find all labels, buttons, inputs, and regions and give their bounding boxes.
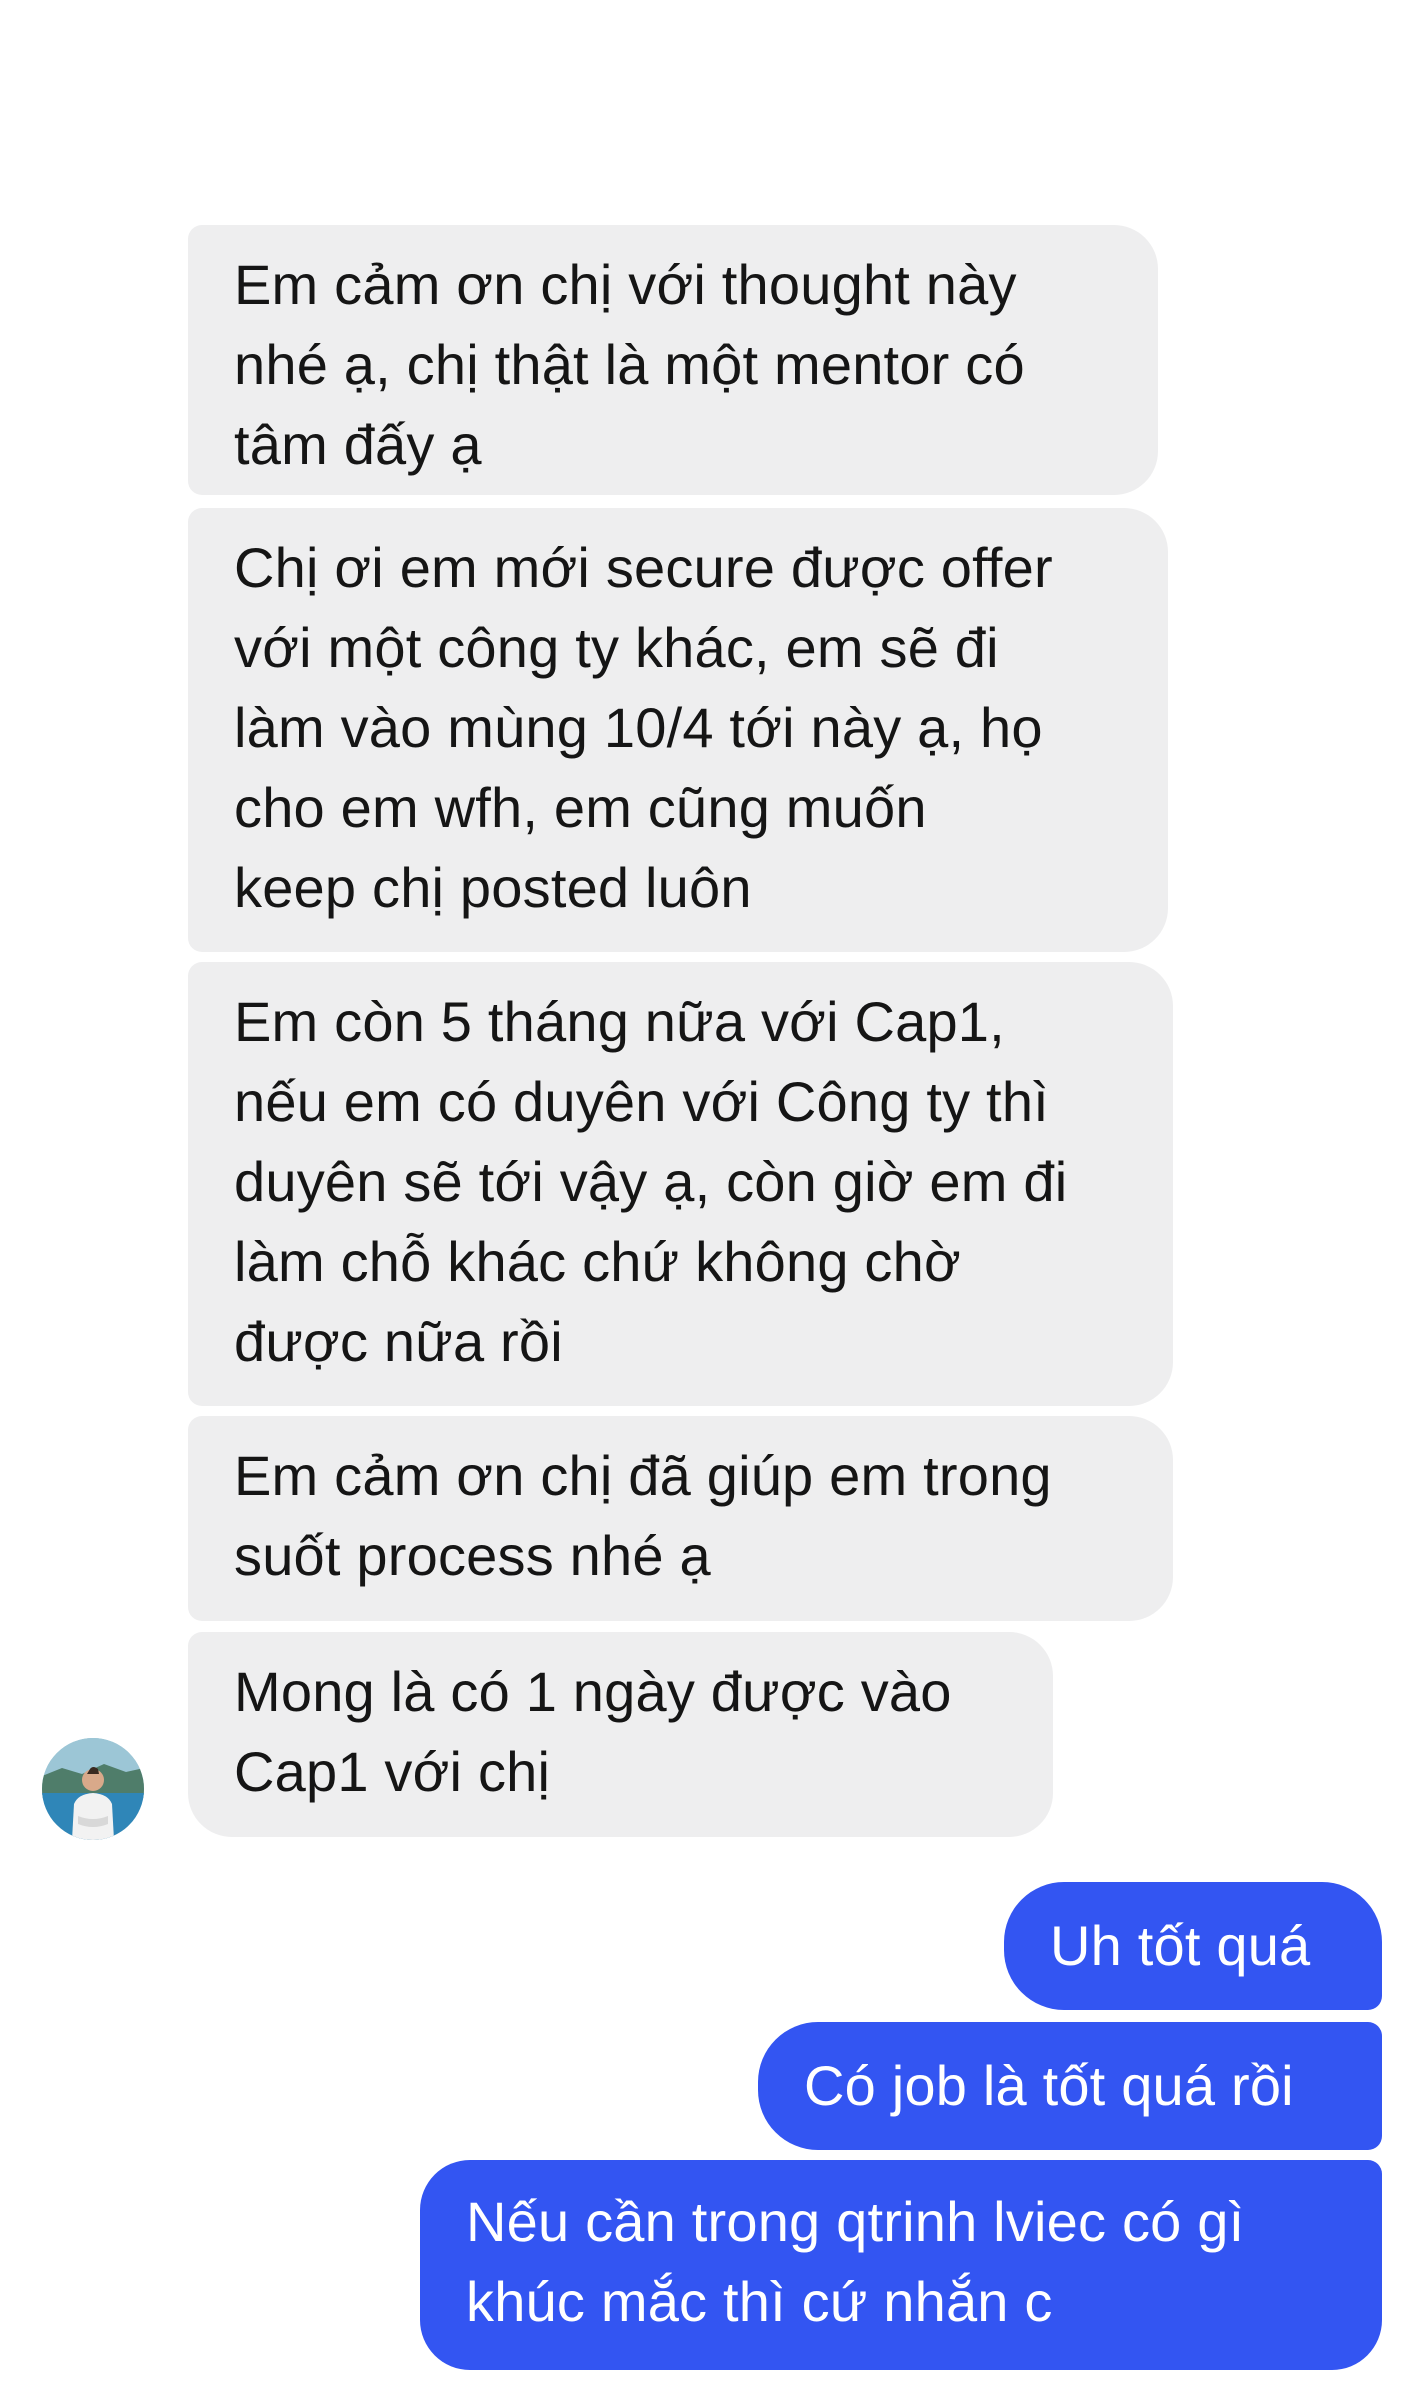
incoming-message-bubble[interactable]: Em cảm ơn chị đã giúp em trong suốt proc… (188, 1416, 1173, 1621)
outgoing-message-bubble[interactable]: Uh tốt quá (1004, 1882, 1382, 2010)
outgoing-message-bubble[interactable]: Nếu cần trong qtrinh lviec có gì khúc mắ… (420, 2160, 1382, 2370)
sender-avatar[interactable] (42, 1738, 144, 1840)
incoming-message-bubble[interactable]: Chị ơi em mới secure được offer với một … (188, 508, 1168, 952)
incoming-message-bubble[interactable]: Em còn 5 tháng nữa với Cap1, nếu em có d… (188, 962, 1173, 1406)
top-blank-area (0, 0, 1408, 220)
incoming-message-bubble[interactable]: Mong là có 1 ngày được vào Cap1 với chị (188, 1632, 1053, 1837)
sender-avatar-photo-icon (42, 1738, 144, 1840)
outgoing-message-bubble[interactable]: Có job là tốt quá rồi (758, 2022, 1382, 2150)
incoming-message-bubble[interactable]: Em cảm ơn chị với thought này nhé ạ, chị… (188, 225, 1158, 495)
